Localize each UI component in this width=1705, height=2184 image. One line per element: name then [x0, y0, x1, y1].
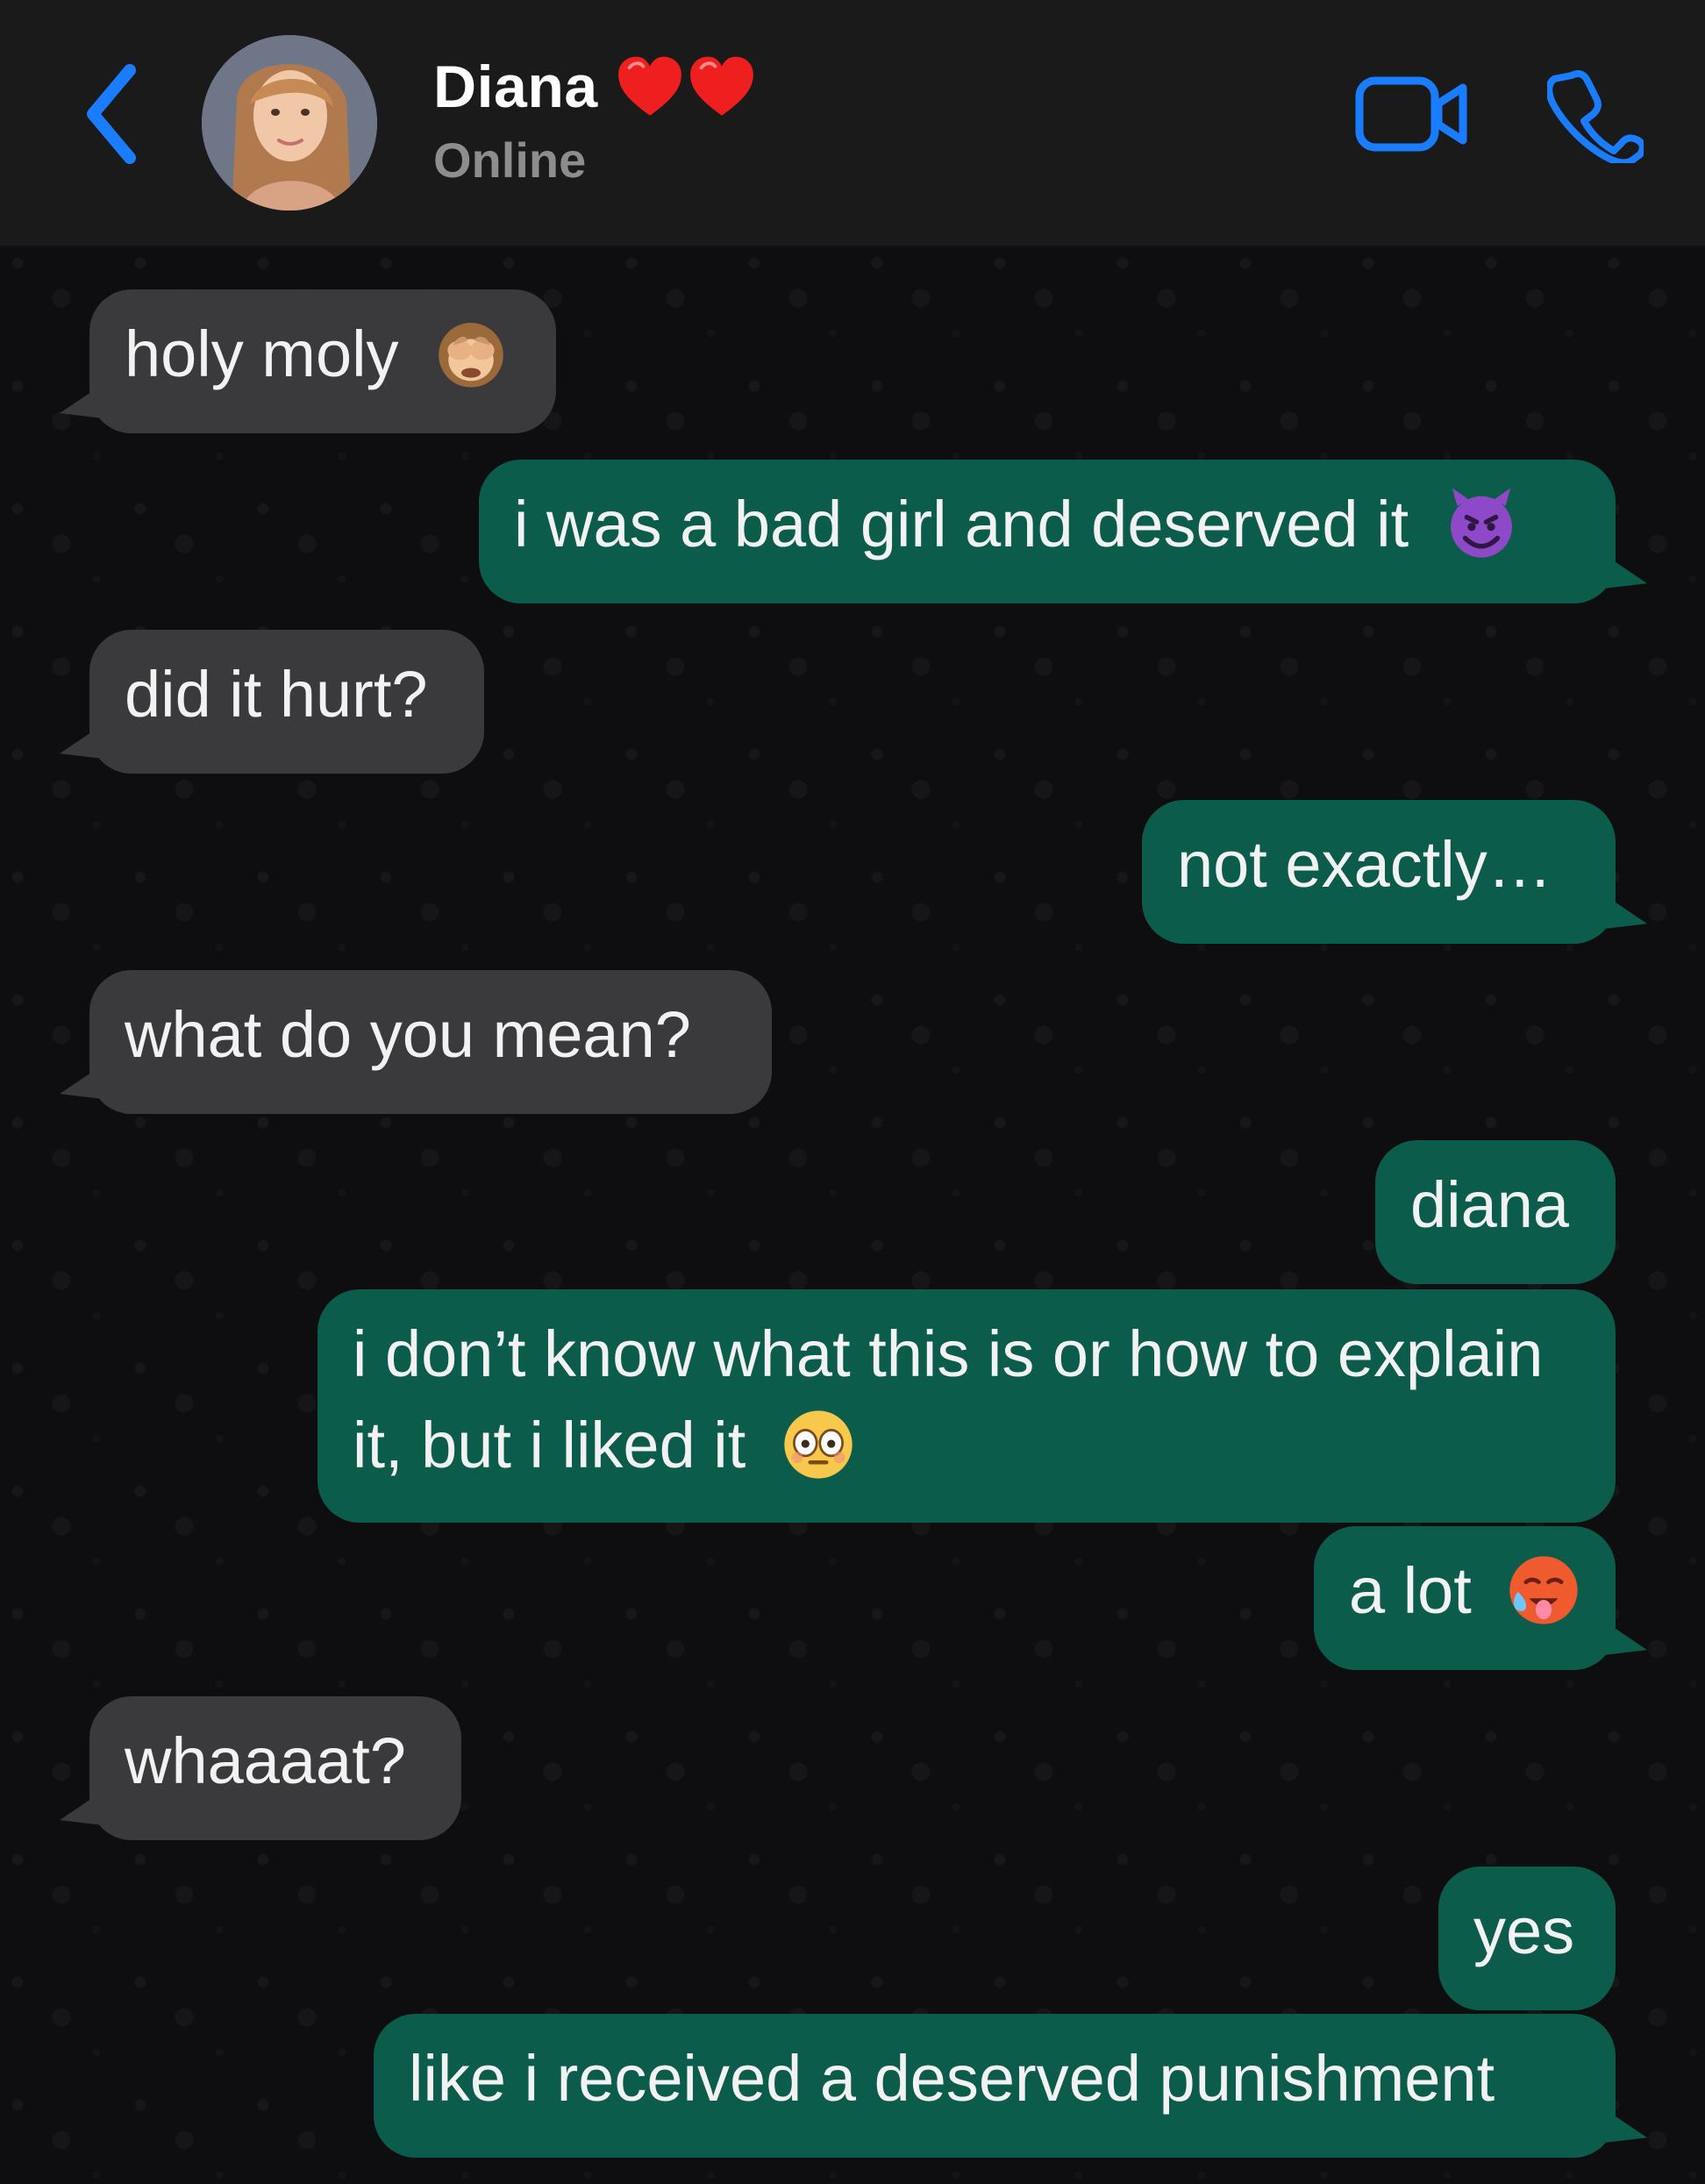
message-incoming[interactable]: did it hurt? [89, 630, 484, 774]
chat-screen: Diana Online holy moly i was a bad girl … [0, 0, 1705, 2184]
message-outgoing[interactable]: yes [1438, 1866, 1616, 2010]
message-outgoing[interactable]: not exactly… [1142, 800, 1616, 944]
heart-icon [617, 56, 681, 116]
message-text: like i received a deserved punishment [409, 2042, 1495, 2115]
message-text: did it hurt? [125, 658, 428, 731]
video-camera-icon[interactable] [1354, 74, 1468, 154]
message-outgoing[interactable]: a lot [1314, 1526, 1616, 1670]
heart-emojis [616, 55, 756, 118]
message-text: a lot [1349, 1554, 1472, 1627]
message-text: diana [1410, 1168, 1570, 1241]
message-text: holy moly [125, 318, 399, 390]
message-incoming[interactable]: what do you mean? [89, 970, 772, 1114]
chevron-left-icon[interactable] [77, 61, 147, 167]
heart-icon [689, 56, 753, 116]
message-text: yes [1473, 1895, 1575, 1967]
smiling-devil-icon [1450, 488, 1512, 559]
message-text: whaaaat? [125, 1724, 406, 1797]
message-incoming[interactable]: whaaaat? [89, 1696, 461, 1840]
message-incoming[interactable]: holy moly [89, 289, 556, 433]
chat-header: Diana Online [0, 0, 1705, 247]
hot-face-icon [1509, 1556, 1579, 1625]
message-text: i don’t know what this is or how to expl… [353, 1317, 1544, 1481]
message-outgoing[interactable]: i was a bad girl and deserved it [479, 460, 1616, 603]
message-outgoing[interactable]: like i received a deserved punishment [374, 2014, 1616, 2158]
flushed-face-icon [784, 1410, 852, 1480]
message-text: i was a bad girl and deserved it [514, 488, 1409, 560]
message-text: not exactly… [1177, 828, 1552, 901]
see-no-evil-monkey-icon [439, 323, 503, 389]
message-outgoing[interactable]: i don’t know what this is or how to expl… [317, 1289, 1616, 1523]
contact-info[interactable]: Diana Online [433, 49, 756, 189]
contact-status: Online [433, 132, 587, 188]
message-text: what do you mean? [125, 998, 691, 1071]
phone-icon[interactable] [1545, 67, 1646, 167]
contact-name: Diana [433, 54, 598, 120]
message-outgoing[interactable]: diana [1375, 1140, 1616, 1284]
avatar[interactable] [202, 35, 377, 211]
contact-name-row: Diana [433, 49, 756, 125]
